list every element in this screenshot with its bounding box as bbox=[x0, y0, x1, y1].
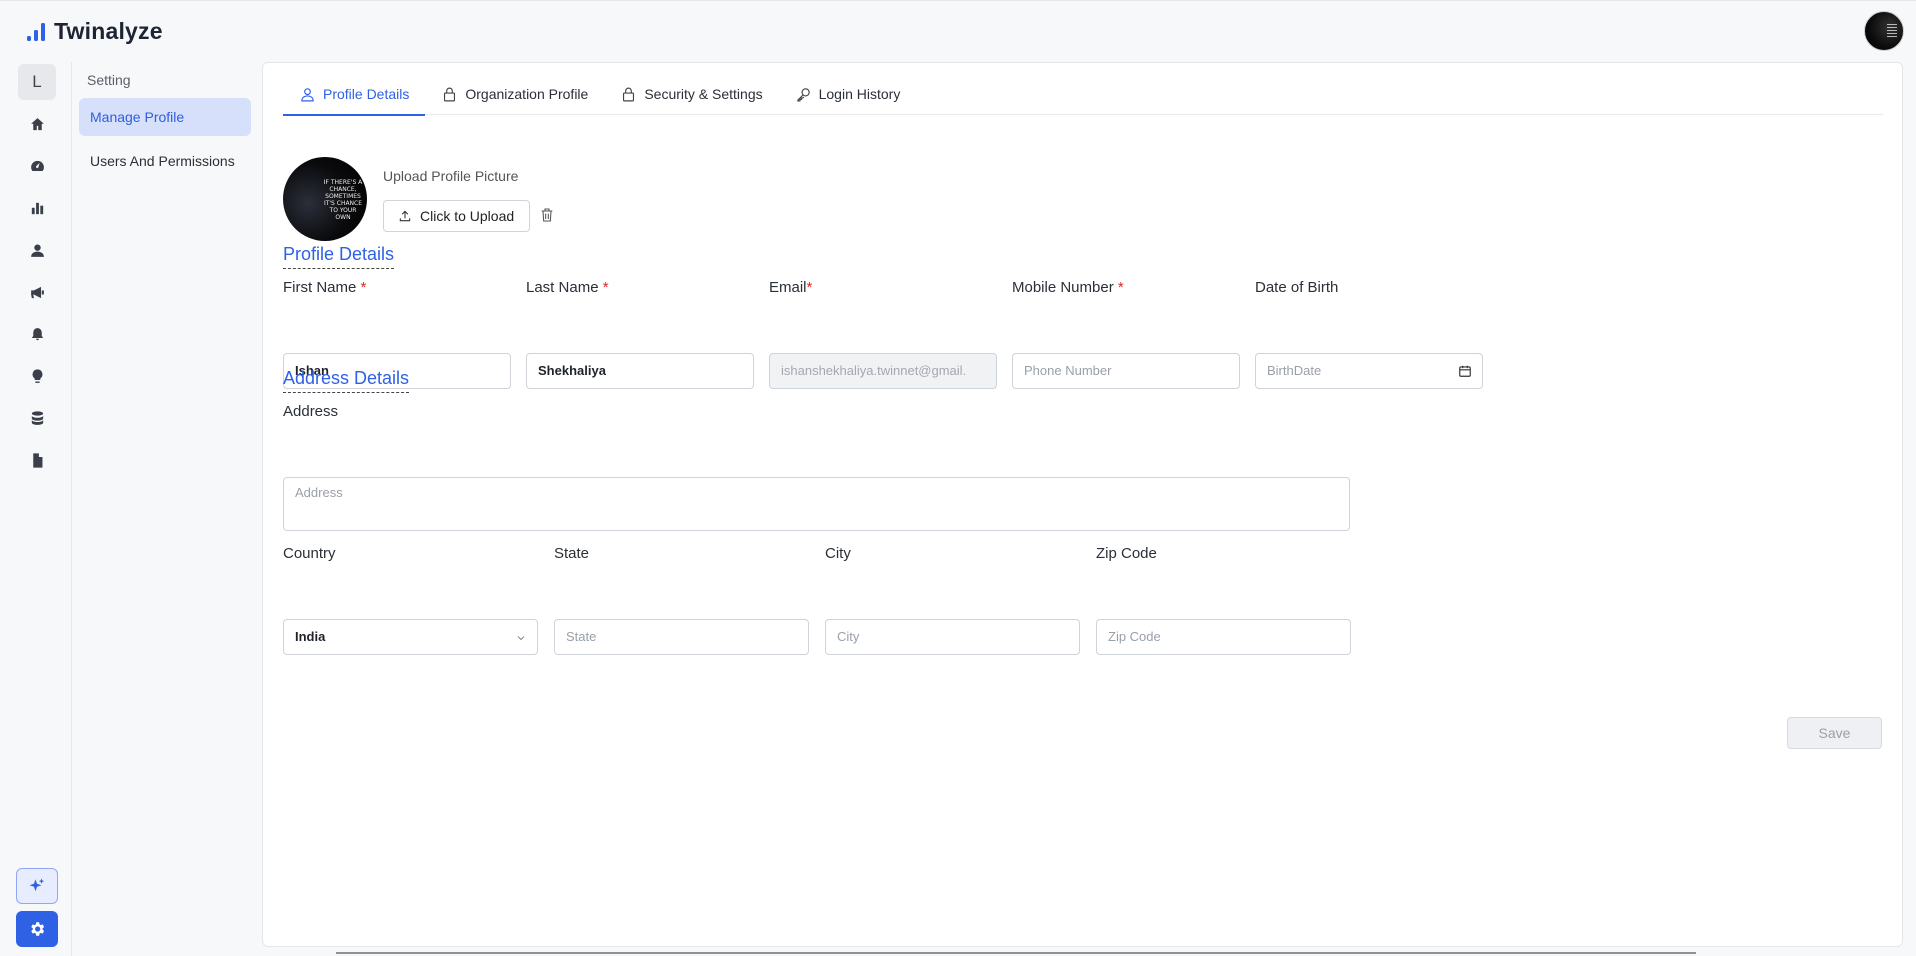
profile-details-heading: Profile Details bbox=[283, 244, 395, 269]
country-value: India bbox=[295, 629, 326, 644]
user-avatar[interactable] bbox=[1864, 11, 1904, 51]
document-icon[interactable] bbox=[25, 448, 49, 472]
email-label: Email* bbox=[769, 279, 813, 296]
country-label: Country bbox=[283, 545, 336, 562]
tab-organization-profile[interactable]: Organization Profile bbox=[425, 73, 604, 115]
tab-login-history[interactable]: Login History bbox=[779, 73, 917, 115]
tab-label: Security & Settings bbox=[644, 86, 763, 102]
ai-assistant-button[interactable] bbox=[16, 868, 58, 904]
lightbulb-icon[interactable] bbox=[25, 364, 49, 388]
dob-placeholder: BirthDate bbox=[1267, 363, 1322, 378]
zip-label: Zip Code bbox=[1096, 545, 1157, 562]
settings-button[interactable] bbox=[16, 911, 58, 947]
email-input: ishanshekhaliya.twinnet@gmail. bbox=[769, 353, 997, 389]
dob-label: Date of Birth bbox=[1255, 279, 1339, 296]
mobile-label: Mobile Number * bbox=[1012, 279, 1124, 296]
last-name-input[interactable]: Shekhaliya bbox=[526, 353, 754, 389]
tab-label: Organization Profile bbox=[465, 86, 589, 102]
tab-bar: Profile Details Organization Profile Sec… bbox=[283, 73, 1883, 116]
main-card: Profile Details Organization Profile Sec… bbox=[262, 62, 1903, 947]
tab-label: Profile Details bbox=[323, 86, 410, 102]
tab-profile-details[interactable]: Profile Details bbox=[283, 73, 426, 116]
user-icon[interactable] bbox=[25, 238, 49, 262]
state-input[interactable]: State bbox=[554, 619, 809, 655]
megaphone-icon[interactable] bbox=[25, 280, 49, 304]
bell-icon[interactable] bbox=[25, 322, 49, 346]
city-label: City bbox=[825, 545, 851, 562]
address-textarea[interactable]: Address bbox=[283, 477, 1350, 531]
subnav-item-manage-profile[interactable]: Manage Profile bbox=[79, 98, 251, 136]
profile-picture-text: IF THERE'S A CHANCE, SOMETIMES IT'S CHAN… bbox=[323, 179, 363, 221]
zip-input[interactable]: Zip Code bbox=[1096, 619, 1351, 655]
subnav-title: Setting bbox=[87, 72, 131, 88]
tab-security-settings[interactable]: Security & Settings bbox=[604, 73, 778, 115]
top-bar: Twinalyze bbox=[0, 0, 1916, 62]
calendar-icon[interactable] bbox=[1458, 364, 1472, 378]
key-icon bbox=[796, 87, 810, 101]
city-input[interactable]: City bbox=[825, 619, 1080, 655]
bottom-divider bbox=[336, 952, 1696, 954]
subnav-item-users-and-permissions[interactable]: Users And Permissions bbox=[79, 142, 251, 180]
home-icon[interactable] bbox=[25, 112, 49, 136]
upload-button[interactable]: Click to Upload bbox=[383, 200, 530, 232]
mobile-input[interactable]: Phone Number bbox=[1012, 353, 1240, 389]
workspace-initial[interactable]: L bbox=[18, 64, 56, 100]
logo-bars-icon bbox=[27, 22, 45, 41]
icon-rail: L bbox=[0, 62, 72, 956]
tab-label: Login History bbox=[818, 86, 901, 102]
lock-icon bbox=[444, 87, 456, 101]
app-name: Twinalyze bbox=[54, 18, 163, 44]
settings-subnav: Setting Manage Profile Users And Permiss… bbox=[72, 62, 262, 956]
last-name-label: Last Name * bbox=[526, 279, 609, 296]
chevron-down-icon bbox=[517, 636, 525, 641]
sparkle-icon bbox=[29, 878, 45, 892]
state-label: State bbox=[554, 545, 590, 562]
profile-picture: IF THERE'S A CHANCE, SOMETIMES IT'S CHAN… bbox=[283, 157, 367, 241]
settings-icon bbox=[31, 922, 45, 936]
lock-icon bbox=[623, 87, 635, 101]
save-button[interactable]: Save bbox=[1787, 717, 1882, 749]
address-label: Address bbox=[283, 403, 339, 420]
upload-button-label: Click to Upload bbox=[420, 208, 515, 224]
upload-icon bbox=[399, 210, 411, 222]
delete-picture-button[interactable] bbox=[539, 207, 557, 225]
dob-input[interactable]: BirthDate bbox=[1255, 353, 1483, 389]
dashboard-icon[interactable] bbox=[25, 154, 49, 178]
app-logo[interactable]: Twinalyze bbox=[26, 18, 163, 45]
first-name-label: First Name * bbox=[283, 279, 367, 296]
trash-icon bbox=[541, 208, 553, 222]
address-details-heading: Address Details bbox=[283, 368, 410, 393]
database-icon[interactable] bbox=[25, 406, 49, 430]
country-select[interactable]: India bbox=[283, 619, 538, 655]
bar-chart-icon[interactable] bbox=[25, 196, 49, 220]
upload-label: Upload Profile Picture bbox=[383, 168, 519, 184]
user-icon bbox=[301, 87, 314, 101]
